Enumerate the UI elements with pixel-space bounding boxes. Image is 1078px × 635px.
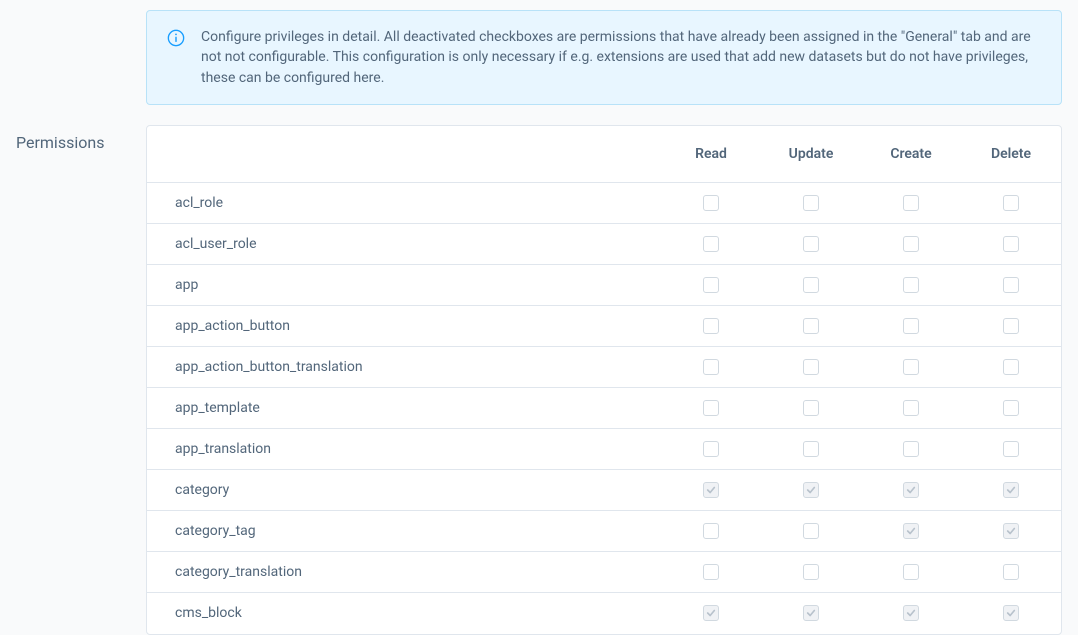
checkbox-delete[interactable]	[1003, 564, 1019, 580]
checkbox-read	[703, 605, 719, 621]
checkbox-create[interactable]	[903, 195, 919, 211]
checkbox-update[interactable]	[803, 441, 819, 457]
column-create-header: Create	[861, 146, 961, 162]
column-read-header: Read	[661, 146, 761, 162]
checkbox-update[interactable]	[803, 400, 819, 416]
row-name: app_action_button_translation	[147, 359, 661, 375]
checkbox-read[interactable]	[703, 441, 719, 457]
table-row: acl_user_role	[147, 224, 1061, 265]
checkbox-update[interactable]	[803, 523, 819, 539]
table-row: category_tag	[147, 511, 1061, 552]
info-icon	[167, 29, 185, 47]
checkbox-create[interactable]	[903, 400, 919, 416]
info-alert: Configure privileges in detail. All deac…	[146, 10, 1062, 105]
checkbox-delete[interactable]	[1003, 441, 1019, 457]
checkbox-delete[interactable]	[1003, 359, 1019, 375]
checkbox-create	[903, 605, 919, 621]
section-title: Permissions	[16, 125, 120, 635]
row-name: acl_user_role	[147, 236, 661, 252]
table-row: cms_block	[147, 593, 1061, 634]
table-row: app_action_button	[147, 306, 1061, 347]
checkbox-create[interactable]	[903, 277, 919, 293]
checkbox-read[interactable]	[703, 564, 719, 580]
checkbox-create	[903, 523, 919, 539]
row-name: app	[147, 277, 661, 293]
row-name: app_action_button	[147, 318, 661, 334]
checkbox-read[interactable]	[703, 195, 719, 211]
table-row: category_translation	[147, 552, 1061, 593]
checkbox-read[interactable]	[703, 359, 719, 375]
checkbox-create	[903, 482, 919, 498]
checkbox-update[interactable]	[803, 318, 819, 334]
table-row: app_template	[147, 388, 1061, 429]
row-name: app_template	[147, 400, 661, 416]
column-delete-header: Delete	[961, 146, 1061, 162]
column-name-header	[147, 146, 661, 162]
checkbox-update	[803, 482, 819, 498]
checkbox-read[interactable]	[703, 277, 719, 293]
row-name: category_translation	[147, 564, 661, 580]
table-row: app_action_button_translation	[147, 347, 1061, 388]
checkbox-update[interactable]	[803, 236, 819, 252]
checkbox-read[interactable]	[703, 523, 719, 539]
checkbox-read[interactable]	[703, 400, 719, 416]
checkbox-read[interactable]	[703, 236, 719, 252]
checkbox-read	[703, 482, 719, 498]
table-header: Read Update Create Delete	[147, 126, 1061, 183]
table-row: app	[147, 265, 1061, 306]
column-update-header: Update	[761, 146, 861, 162]
row-name: app_translation	[147, 441, 661, 457]
checkbox-create[interactable]	[903, 236, 919, 252]
checkbox-update[interactable]	[803, 277, 819, 293]
checkbox-update[interactable]	[803, 564, 819, 580]
checkbox-delete	[1003, 605, 1019, 621]
checkbox-update[interactable]	[803, 195, 819, 211]
checkbox-create[interactable]	[903, 318, 919, 334]
checkbox-delete	[1003, 482, 1019, 498]
checkbox-delete[interactable]	[1003, 400, 1019, 416]
checkbox-update[interactable]	[803, 359, 819, 375]
checkbox-create[interactable]	[903, 441, 919, 457]
checkbox-delete[interactable]	[1003, 195, 1019, 211]
checkbox-read[interactable]	[703, 318, 719, 334]
checkbox-delete[interactable]	[1003, 236, 1019, 252]
row-name: category_tag	[147, 523, 661, 539]
table-row: app_translation	[147, 429, 1061, 470]
checkbox-update	[803, 605, 819, 621]
checkbox-delete	[1003, 523, 1019, 539]
table-row: acl_role	[147, 183, 1061, 224]
checkbox-delete[interactable]	[1003, 318, 1019, 334]
checkbox-create[interactable]	[903, 564, 919, 580]
info-text: Configure privileges in detail. All deac…	[201, 27, 1041, 88]
permissions-table: Read Update Create Delete acl_role acl_us…	[146, 125, 1062, 635]
checkbox-delete[interactable]	[1003, 277, 1019, 293]
table-row: category	[147, 470, 1061, 511]
row-name: acl_role	[147, 195, 661, 211]
checkbox-create[interactable]	[903, 359, 919, 375]
row-name: category	[147, 482, 661, 498]
row-name: cms_block	[147, 605, 661, 621]
